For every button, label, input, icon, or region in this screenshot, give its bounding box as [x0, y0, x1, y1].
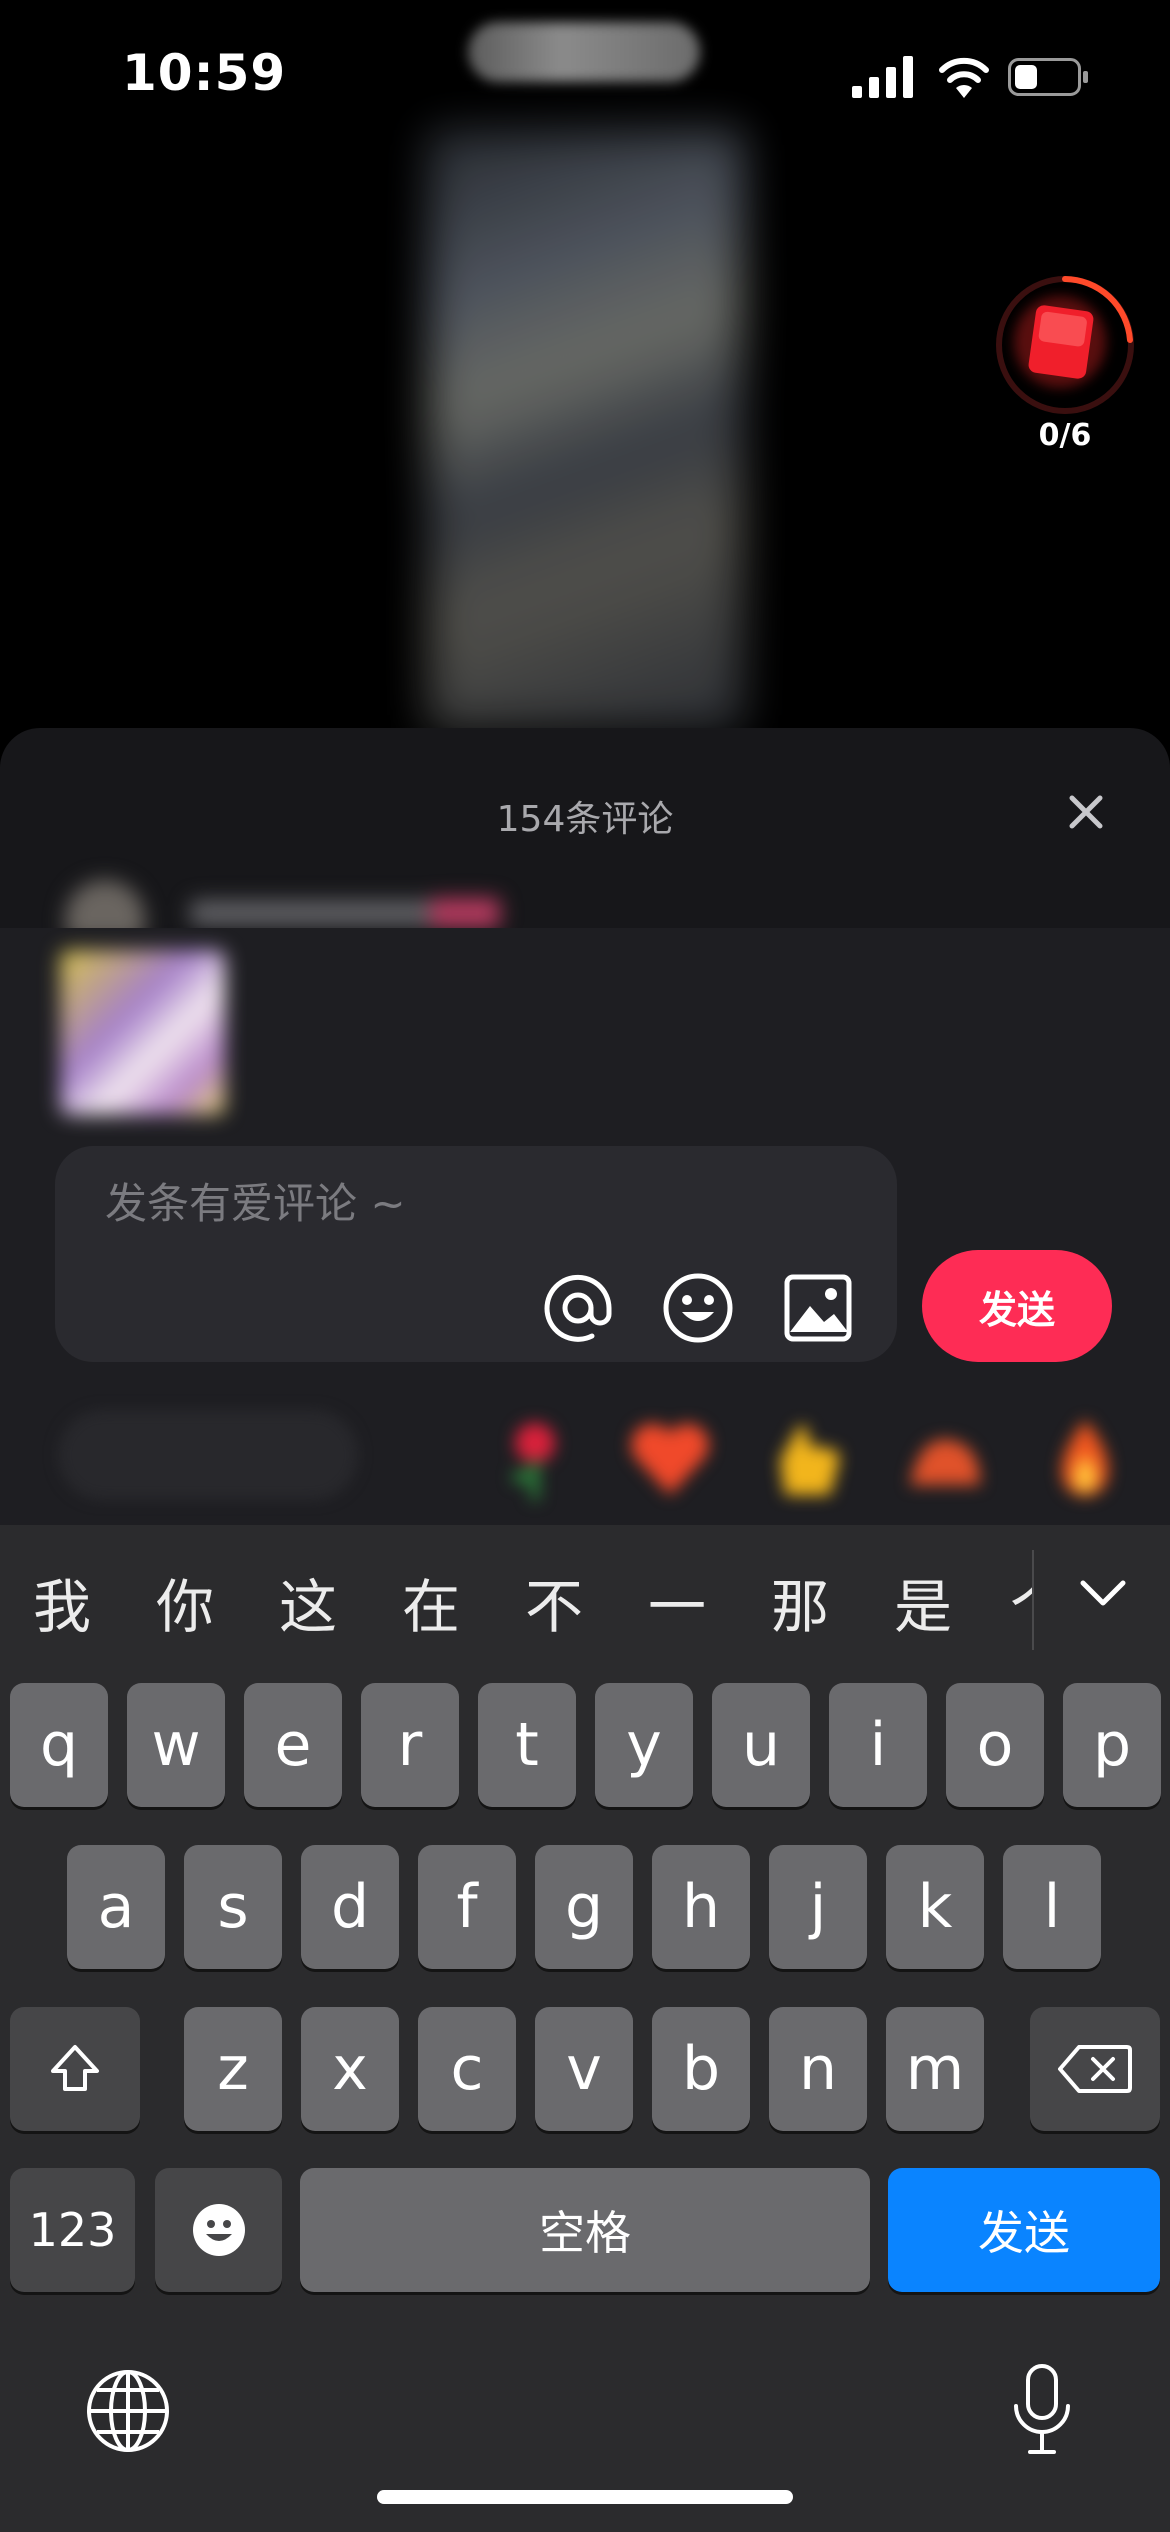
key-s[interactable]: s [184, 1845, 282, 1969]
key-a[interactable]: a [67, 1845, 165, 1969]
key-g[interactable]: g [535, 1845, 633, 1969]
key-w[interactable]: w [127, 1683, 225, 1807]
chevron-down-icon[interactable] [1075, 1565, 1131, 1621]
rose-emoji-icon[interactable] [490, 1415, 580, 1505]
candidate-word[interactable]: 一 [648, 1560, 706, 1644]
dynamic-island [468, 22, 700, 82]
video-content[interactable] [428, 130, 743, 730]
key-d[interactable]: d [301, 1845, 399, 1969]
key-l[interactable]: l [1003, 1845, 1101, 1969]
globe-icon[interactable] [85, 2368, 171, 2454]
key-b[interactable]: b [652, 2007, 750, 2131]
candidate-word[interactable]: 那 [771, 1560, 829, 1644]
comment-count-title: 154条评论 [496, 799, 674, 840]
cellular-signal-icon [852, 56, 913, 98]
key-j[interactable]: j [769, 1845, 867, 1969]
key-v[interactable]: v [535, 2007, 633, 2131]
key-y[interactable]: y [595, 1683, 693, 1807]
key-k[interactable]: k [886, 1845, 984, 1969]
key-r[interactable]: r [361, 1683, 459, 1807]
close-icon[interactable] [1062, 788, 1110, 836]
key-c[interactable]: c [418, 2007, 516, 2131]
candidate-word[interactable]: 不 [525, 1560, 583, 1644]
key-t[interactable]: t [478, 1683, 576, 1807]
key-e[interactable]: e [244, 1683, 342, 1807]
attached-image-thumbnail[interactable] [60, 950, 225, 1115]
fire-emoji-icon[interactable] [1040, 1415, 1130, 1505]
key-q[interactable]: q [10, 1683, 108, 1807]
red-packet-timer-icon[interactable] [990, 270, 1140, 420]
key-i[interactable]: i [829, 1683, 927, 1807]
clapping-emoji-icon[interactable] [900, 1415, 990, 1505]
candidate-word[interactable]: 个 [1010, 1560, 1032, 1644]
key-z[interactable]: z [184, 2007, 282, 2131]
emoji-icon[interactable] [660, 1270, 736, 1346]
candidate-word[interactable]: 在 [402, 1560, 460, 1644]
key-h[interactable]: h [652, 1845, 750, 1969]
key-u[interactable]: u [712, 1683, 810, 1807]
at-mention-icon[interactable] [540, 1270, 616, 1346]
backspace-key[interactable] [1030, 2007, 1160, 2131]
quick-reply-chip[interactable] [58, 1410, 358, 1500]
image-icon[interactable] [782, 1272, 854, 1344]
home-indicator[interactable] [377, 2490, 793, 2504]
emoji-keyboard-icon [192, 2204, 245, 2256]
numbers-key[interactable]: 123 [10, 2168, 135, 2292]
key-p[interactable]: p [1063, 1683, 1161, 1807]
candidate-word[interactable]: 是 [894, 1560, 952, 1644]
wifi-icon [939, 57, 989, 98]
shift-key[interactable] [10, 2007, 140, 2131]
key-f[interactable]: f [418, 1845, 516, 1969]
candidate-word[interactable]: 我 [33, 1560, 91, 1644]
shift-icon [51, 2045, 99, 2091]
battery-icon [1008, 58, 1088, 96]
timer-progress-text: 0/6 [1038, 418, 1092, 453]
key-x[interactable]: x [301, 2007, 399, 2131]
space-key[interactable]: 空格 [300, 2168, 870, 2292]
candidate-word[interactable]: 这 [279, 1560, 337, 1644]
emoji-key[interactable] [155, 2168, 282, 2292]
return-send-key[interactable]: 发送 [888, 2168, 1160, 2292]
send-comment-button[interactable]: 发送 [922, 1250, 1112, 1362]
candidate-divider [1032, 1550, 1034, 1650]
key-o[interactable]: o [946, 1683, 1044, 1807]
return-key-label: 发送 [978, 2206, 1070, 2260]
key-m[interactable]: m [886, 2007, 984, 2131]
candidate-word[interactable]: 你 [156, 1560, 214, 1644]
heart-emoji-icon[interactable] [625, 1415, 715, 1505]
comment-input-placeholder[interactable]: 发条有爱评论 ~ [105, 1170, 406, 1231]
numbers-key-label: 123 [28, 2203, 117, 2257]
space-key-label: 空格 [539, 2206, 631, 2260]
key-n[interactable]: n [769, 2007, 867, 2131]
backspace-icon [1058, 2045, 1132, 2093]
status-time: 10:59 [122, 44, 287, 102]
microphone-icon[interactable] [1010, 2362, 1074, 2456]
thumbs-up-emoji-icon[interactable] [760, 1415, 850, 1505]
